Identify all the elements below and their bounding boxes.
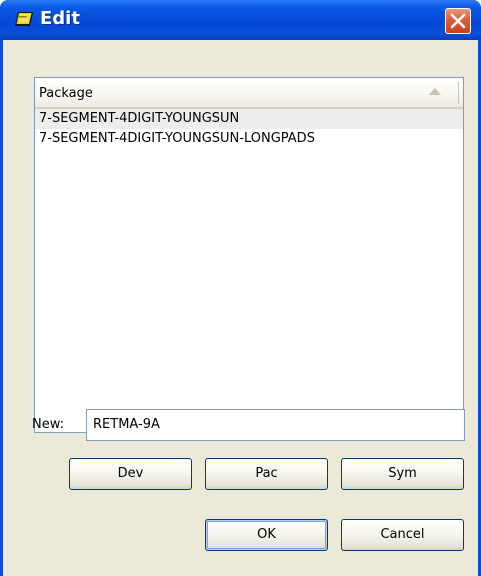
sort-ascending-icon — [429, 88, 441, 95]
column-divider[interactable] — [458, 82, 459, 104]
column-header-label: Package — [39, 86, 93, 101]
dialog-body: Package 7-SEGMENT-4DIGIT-YOUNGSUN 7-SEGM… — [3, 40, 478, 576]
cancel-button[interactable]: Cancel — [341, 519, 464, 551]
sym-button[interactable]: Sym — [341, 458, 464, 490]
close-icon — [450, 13, 466, 29]
new-label: New: — [32, 417, 65, 432]
edit-dialog: Edit Package 7-SEGMENT-4DIGIT-YOUNGSUN 7… — [0, 0, 481, 576]
column-header-package[interactable]: Package — [35, 78, 463, 109]
book-icon — [14, 11, 34, 28]
dev-button[interactable]: Dev — [69, 458, 192, 490]
window-title: Edit — [40, 8, 80, 29]
pac-button[interactable]: Pac — [205, 458, 328, 490]
list-item[interactable]: 7-SEGMENT-4DIGIT-YOUNGSUN-LONGPADS — [35, 129, 463, 149]
package-list[interactable]: Package 7-SEGMENT-4DIGIT-YOUNGSUN 7-SEGM… — [34, 77, 464, 433]
new-name-input[interactable]: RETMA-9A — [86, 409, 465, 441]
package-rows: 7-SEGMENT-4DIGIT-YOUNGSUN 7-SEGMENT-4DIG… — [35, 109, 463, 149]
close-button[interactable] — [445, 8, 471, 34]
title-bar[interactable]: Edit — [0, 0, 481, 40]
ok-button[interactable]: OK — [205, 519, 328, 551]
list-item[interactable]: 7-SEGMENT-4DIGIT-YOUNGSUN — [35, 109, 463, 129]
